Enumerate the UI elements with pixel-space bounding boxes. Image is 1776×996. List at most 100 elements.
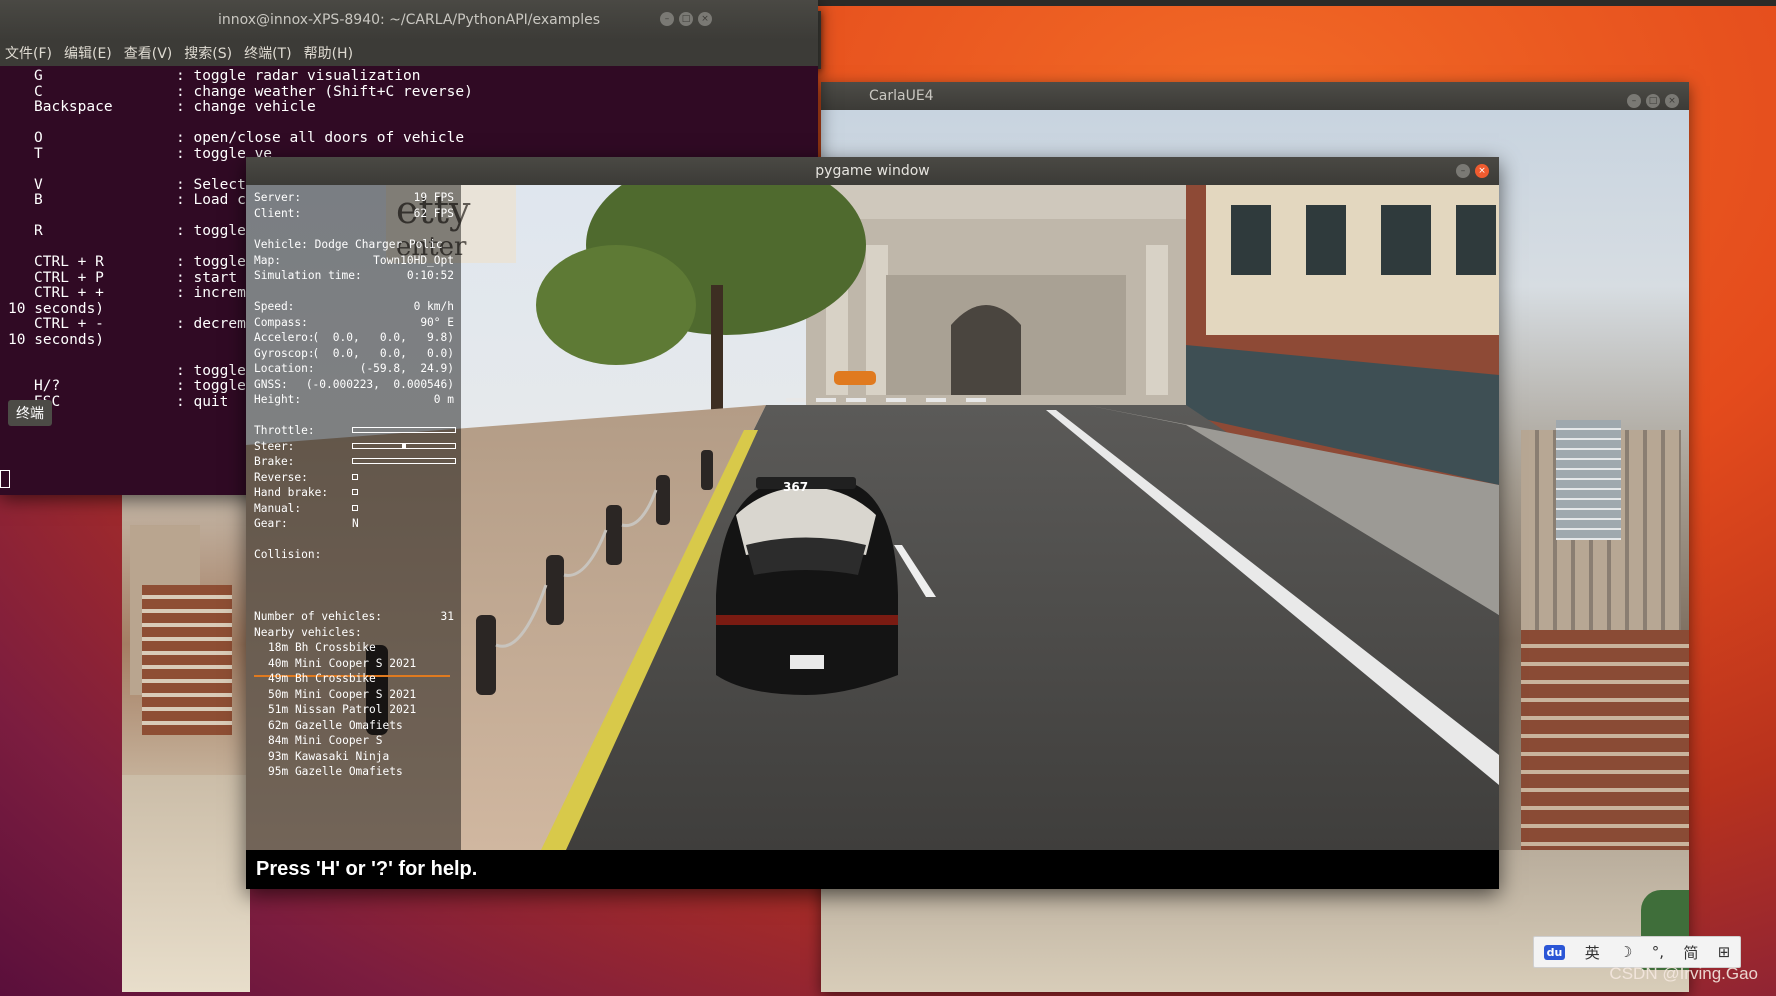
nearby-vehicle: 50m Mini Cooper S 2021 bbox=[268, 688, 417, 701]
terminal-line: O: open/close all doors of vehicle bbox=[8, 130, 464, 146]
hud-gnss: GNSS: (-0.000223, 0.000546) bbox=[254, 378, 454, 391]
terminal-line: CTRL + R: toggle re bbox=[8, 254, 272, 270]
nearby-vehicle: 95m Gazelle Omafiets bbox=[268, 765, 403, 778]
punctuation-icon[interactable]: °, bbox=[1652, 943, 1664, 961]
terminal-line: 10 seconds) bbox=[8, 300, 105, 317]
terminal-key: R bbox=[34, 223, 43, 239]
pygame-title: pygame window bbox=[815, 163, 930, 179]
maximize-icon[interactable]: □ bbox=[1646, 94, 1660, 108]
hud-steer: Steer: bbox=[254, 440, 456, 455]
terminal-titlebar[interactable]: innox@innox-XPS-8940: ~/CARLA/PythonAPI/… bbox=[0, 0, 818, 40]
close-icon[interactable]: × bbox=[1475, 164, 1489, 178]
manual-checkbox bbox=[352, 505, 358, 511]
pygame-window[interactable]: pygame window – × 367 etty enter Server:… bbox=[246, 157, 1499, 889]
grid-menu-icon[interactable]: ⊞ bbox=[1718, 943, 1731, 961]
carla-titlebar[interactable]: CarlaUE4 – □ × bbox=[821, 82, 1689, 110]
menu-search[interactable]: 搜索(S) bbox=[184, 43, 232, 63]
terminal-tooltip-label: 终端 bbox=[8, 400, 52, 426]
terminal-key: CTRL + + bbox=[34, 285, 104, 301]
nearby-vehicle: 84m Mini Cooper S bbox=[268, 734, 383, 747]
pygame-titlebar[interactable]: pygame window – × bbox=[246, 157, 1499, 185]
terminal-key: B bbox=[34, 192, 43, 208]
menu-terminal[interactable]: 终端(T) bbox=[244, 43, 291, 63]
hud-vehicle: Vehicle: Dodge Charger Polic bbox=[254, 238, 443, 251]
terminal-line: : toggle HU bbox=[8, 363, 272, 379]
menu-file[interactable]: 文件(F) bbox=[5, 43, 52, 63]
moon-icon[interactable]: ☽ bbox=[1619, 943, 1632, 961]
hud-reverse: Reverse: bbox=[254, 471, 454, 486]
hud-accelero: Accelero:( 0.0, 0.0, 9.8) bbox=[254, 331, 454, 344]
hud-client: Client: 62 FPS bbox=[254, 207, 454, 220]
hud-server: Server: 19 FPS bbox=[254, 191, 454, 204]
background-city-strip bbox=[122, 495, 250, 992]
hud-brake: Brake: bbox=[254, 455, 456, 470]
terminal-key: C bbox=[34, 83, 43, 100]
terminal-key: H/? bbox=[34, 378, 61, 394]
terminal-menubar: 文件(F) 编辑(E) 查看(V) 搜索(S) 终端(T) 帮助(H) bbox=[0, 40, 818, 66]
minimize-icon[interactable]: – bbox=[660, 12, 674, 26]
terminal-key: CTRL + R bbox=[34, 254, 104, 270]
hud-compass: Compass: 90° E bbox=[254, 316, 454, 329]
watermark: CSDN @Irving.Gao bbox=[1609, 964, 1758, 983]
hud-manual: Manual: bbox=[254, 502, 454, 517]
terminal-line: G : toggle radar visualization bbox=[8, 68, 420, 84]
hud-map: Map: Town10HD_Opt bbox=[254, 254, 454, 267]
simulation-viewport[interactable]: 367 etty enter Server: 19 FPS Client: 62 F… bbox=[246, 185, 1499, 850]
hand-brake-checkbox bbox=[352, 489, 358, 495]
hud-speed: Speed: 0 km/h bbox=[254, 300, 454, 313]
hud-height: Height: 0 m bbox=[254, 393, 454, 406]
hud-throttle: Throttle: bbox=[254, 424, 456, 439]
ime-simplified-toggle[interactable]: 简 bbox=[1683, 942, 1698, 963]
terminal-key: CTRL + P bbox=[34, 269, 104, 286]
minimize-icon[interactable]: – bbox=[1456, 164, 1470, 178]
minimize-icon[interactable]: – bbox=[1627, 94, 1641, 108]
menu-help[interactable]: 帮助(H) bbox=[304, 43, 353, 63]
close-icon[interactable]: × bbox=[698, 12, 712, 26]
terminal-line: CTRL + -: decrement bbox=[8, 316, 272, 332]
nearby-vehicle: 93m Kawasaki Ninja bbox=[268, 750, 390, 763]
terminal-line: V: Select ne bbox=[8, 177, 272, 193]
close-icon[interactable]: × bbox=[1665, 94, 1679, 108]
menu-view[interactable]: 查看(V) bbox=[124, 43, 173, 63]
terminal-line: CTRL + P: start rep bbox=[8, 270, 272, 286]
carla-title: CarlaUE4 bbox=[869, 88, 934, 104]
terminal-line: R: toggle re bbox=[8, 223, 272, 239]
terminal-line: 10 seconds) bbox=[8, 331, 105, 348]
terminal-desc: : quit bbox=[176, 393, 229, 410]
brake-bar bbox=[352, 458, 456, 464]
terminal-key: T bbox=[34, 145, 43, 162]
nearby-vehicle: 18m Bh Crossbike bbox=[268, 641, 376, 654]
terminal-line: T: toggle ve bbox=[8, 146, 272, 162]
hud-sim-time: Simulation time: 0:10:52 bbox=[254, 269, 454, 282]
hud-gyroscop: Gyroscop:( 0.0, 0.0, 0.0) bbox=[254, 347, 454, 360]
terminal-line: C: change weather (Shift+C reverse) bbox=[8, 84, 473, 100]
hud-collision: Collision: bbox=[254, 548, 322, 561]
hud-gear: Gear: N bbox=[254, 517, 359, 530]
help-hint-bar: Press 'H' or '?' for help. bbox=[246, 850, 1499, 889]
hud-hand-brake: Hand brake: bbox=[254, 486, 454, 501]
nearby-vehicle: 49m Bh Crossbike bbox=[268, 672, 376, 685]
terminal-line: B: Load curr bbox=[8, 192, 272, 208]
maximize-icon[interactable]: □ bbox=[679, 12, 693, 26]
terminal-cursor bbox=[0, 470, 10, 488]
terminal-key: O bbox=[34, 130, 43, 146]
throttle-bar bbox=[352, 427, 456, 433]
hud-panel: Server: 19 FPS Client: 62 FPS Vehicle: Dod… bbox=[246, 185, 461, 850]
terminal-desc: : change vehicle bbox=[176, 99, 316, 115]
terminal-title: innox@innox-XPS-8940: ~/CARLA/PythonAPI/… bbox=[217, 12, 601, 28]
terminal-key: G bbox=[34, 68, 43, 84]
menu-edit[interactable]: 编辑(E) bbox=[64, 43, 112, 63]
terminal-desc: : toggle radar visualization bbox=[176, 68, 421, 84]
terminal-key: Backspace bbox=[34, 99, 113, 115]
nearby-vehicle: 62m Gazelle Omafiets bbox=[268, 719, 403, 732]
ime-english-toggle[interactable]: 英 bbox=[1585, 942, 1600, 963]
terminal-line: CTRL + +: increment bbox=[8, 285, 272, 301]
terminal-key: CTRL + - bbox=[34, 316, 104, 332]
ime-logo-icon[interactable]: du bbox=[1543, 944, 1566, 960]
terminal-key: V bbox=[34, 176, 43, 193]
